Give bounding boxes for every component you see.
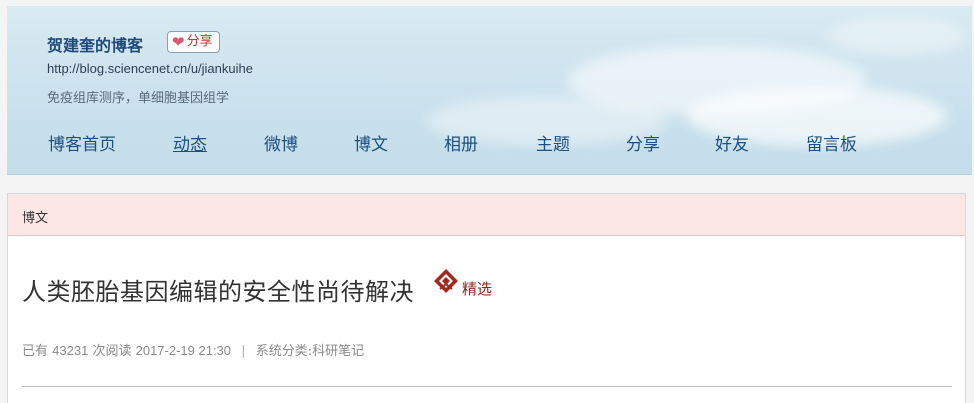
nav-item-home[interactable]: 博客首页 xyxy=(48,130,116,155)
blog-url[interactable]: http://blog.sciencenet.cn/u/jiankuihe xyxy=(47,61,253,76)
article-meta: 已有 43231 次阅读 2017-2-19 21:30 | 系统分类:科研笔记 xyxy=(22,340,364,359)
heart-icon: ❤ xyxy=(172,33,185,51)
nav-item-share[interactable]: 分享 xyxy=(626,130,660,155)
section-header: 博文 xyxy=(8,194,965,236)
nav-item-album[interactable]: 相册 xyxy=(444,130,478,155)
blog-description: 免疫组库测序，单细胞基因组学 xyxy=(47,91,230,106)
blog-title[interactable]: 贺建奎的博客 xyxy=(47,32,143,56)
read-prefix: 已有 xyxy=(22,344,49,359)
meta-separator: | xyxy=(241,344,246,359)
section-title: 博文 xyxy=(22,211,49,226)
nav-item-friends[interactable]: 好友 xyxy=(715,130,749,155)
divider xyxy=(22,386,952,387)
nav-item-weibo[interactable]: 微博 xyxy=(264,130,298,155)
share-label: 分享 xyxy=(186,34,213,49)
read-suffix: 次阅读 xyxy=(92,344,132,359)
featured-icon xyxy=(434,269,458,293)
article-title: 人类胚胎基因编辑的安全性尚待解决 xyxy=(22,278,414,306)
blog-header: 贺建奎的博客 ❤ 分享 http://blog.sciencenet.cn/u/… xyxy=(7,6,972,175)
post-datetime: 2017-2-19 21:30 xyxy=(135,343,232,358)
main-nav: 博客首页 动态 微博 博文 相册 主题 分享 好友 留言板 xyxy=(7,130,972,158)
read-count: 43231 xyxy=(52,343,89,358)
nav-item-guestbook[interactable]: 留言板 xyxy=(806,130,857,155)
nav-item-activity[interactable]: 动态 xyxy=(173,130,207,155)
featured-badge: 精选 xyxy=(433,268,492,298)
nav-item-topics[interactable]: 主题 xyxy=(536,130,570,155)
post-category[interactable]: 系统分类:科研笔记 xyxy=(256,344,364,359)
nav-item-posts[interactable]: 博文 xyxy=(354,130,388,155)
article-panel: 博文 人类胚胎基因编辑的安全性尚待解决 精选 已有 43231 次阅读 2017… xyxy=(7,193,966,403)
header-cloud xyxy=(827,16,967,56)
featured-label: 精选 xyxy=(462,280,493,298)
share-button[interactable]: ❤ 分享 xyxy=(167,31,220,53)
